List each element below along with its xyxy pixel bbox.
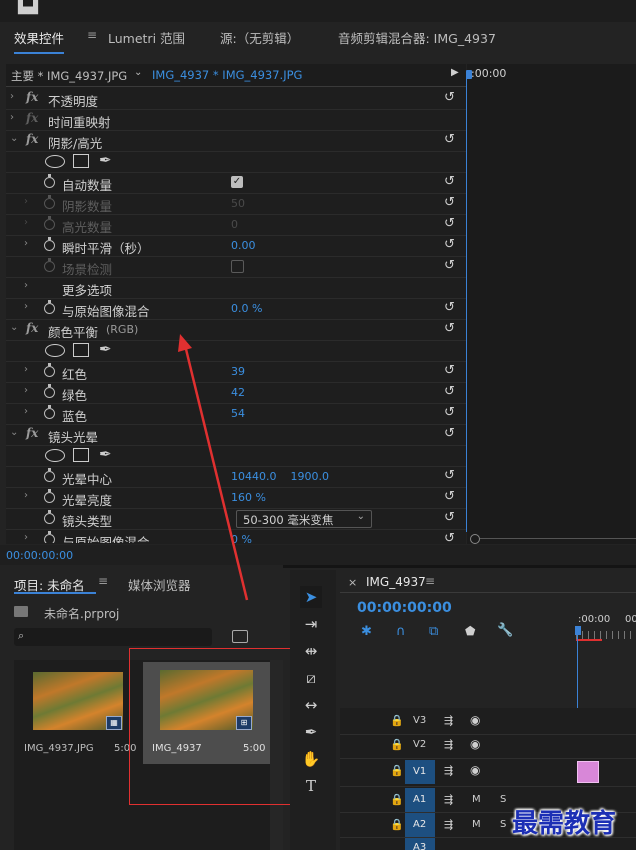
annotation-arrow bbox=[178, 334, 249, 601]
watermark-logo: 最需教育 bbox=[512, 809, 617, 839]
